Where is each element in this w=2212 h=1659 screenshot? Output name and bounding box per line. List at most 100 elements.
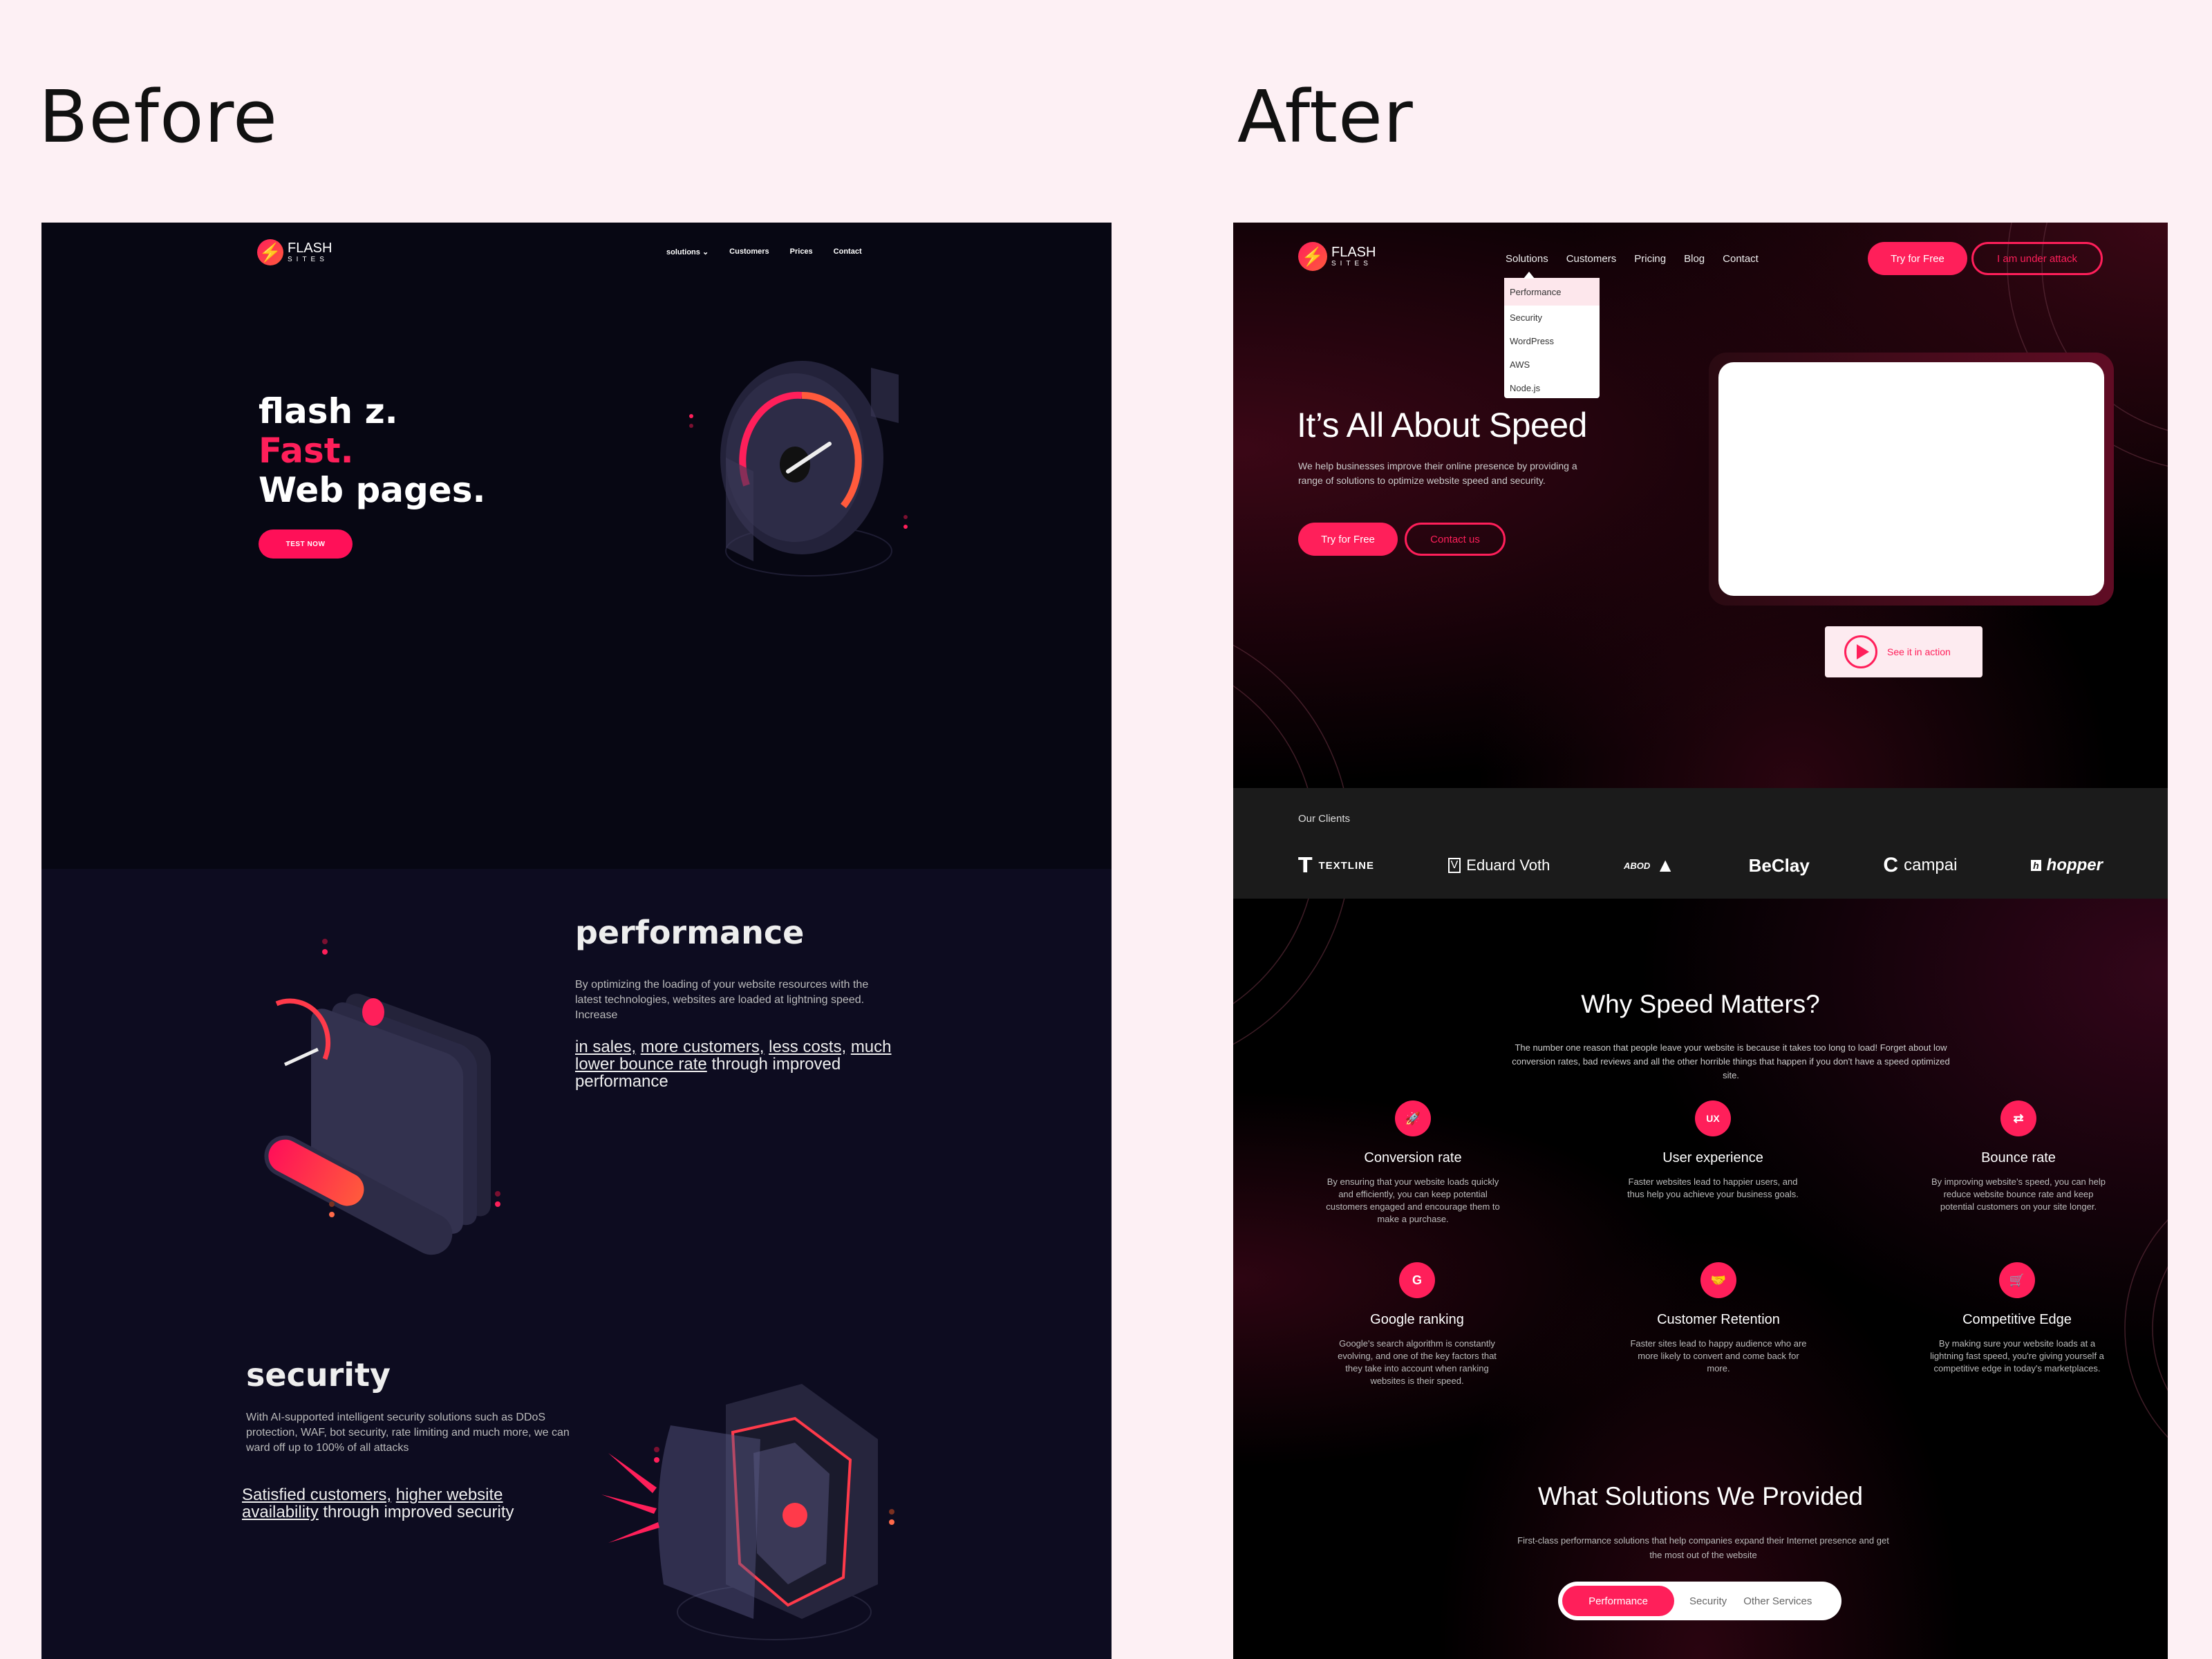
hero-line3: Web pages.	[259, 470, 486, 510]
clients-label: Our Clients	[1298, 813, 1351, 825]
before-hero-title: flash z. Fast. Web pages.	[259, 392, 485, 510]
performance-body: By optimizing the loading of your websit…	[575, 979, 869, 1021]
hero-title: It’s All About Speed	[1297, 406, 1587, 444]
hero-line1: flash z.	[259, 391, 398, 431]
feature-text: Google's search algorithm is constantly …	[1338, 1338, 1497, 1386]
see-in-action-button[interactable]: See it in action	[1825, 626, 1983, 677]
ux-icon: UX	[1695, 1100, 1731, 1136]
nav-customers[interactable]: Customers	[729, 247, 769, 256]
after-screenshot: ⚡ FLASH SITES Solutions Customers Pricing…	[1233, 223, 2168, 1659]
security-links: Satisfied customers, higher website avai…	[242, 1486, 574, 1521]
tab-performance[interactable]: Performance	[1562, 1586, 1674, 1616]
logo-line1: FLASH	[1331, 245, 1376, 260]
feature-text: By improving website’s speed, you can he…	[1931, 1177, 2106, 1212]
speedometer-illustration	[689, 361, 908, 577]
client-name: hopper	[2046, 856, 2103, 874]
hero-media-placeholder	[1718, 362, 2104, 596]
tab-security[interactable]: Security	[1681, 1586, 1735, 1616]
client-name: campai	[1904, 856, 1958, 874]
header-try-free-button[interactable]: Try for Free	[1868, 242, 1967, 275]
client-name: ABOD	[1624, 860, 1651, 871]
tab-other-services[interactable]: Other Services	[1735, 1586, 1820, 1616]
client-logo-textline: 𝗧 TEXTLINE	[1298, 854, 1374, 877]
before-logo[interactable]: ⚡ FLASH SITES	[257, 239, 332, 265]
feature-title: Customer Retention	[1657, 1312, 1780, 1327]
logo-line2: SITES	[1331, 260, 1372, 268]
client-name: TEXTLINE	[1318, 859, 1374, 872]
feature-google-ranking: G Google ranking Google's search algorit…	[1313, 1262, 1521, 1387]
feature-title: Google ranking	[1370, 1312, 1464, 1327]
security-shield-illustration	[601, 1384, 894, 1640]
after-label: After	[1237, 75, 1414, 159]
clients-section: Our Clients 𝗧 TEXTLINE V Eduard Voth ABOD ▲…	[1233, 788, 2168, 899]
feature-competitive-edge: 🛒 Competitive Edge By making sure your w…	[1913, 1262, 2121, 1375]
before-label: Before	[39, 75, 279, 159]
solutions-dropdown: Performance Security WordPress AWS Node.…	[1504, 272, 1600, 400]
performance-links: in sales, more customers, less costs, mu…	[575, 1038, 893, 1090]
why-speed-title: Why Speed Matters?	[1581, 990, 1820, 1018]
client-name: Eduard Voth	[1466, 856, 1550, 874]
dropdown-item-performance[interactable]: Performance	[1504, 278, 1600, 306]
feature-title: Bounce rate	[1981, 1150, 2056, 1165]
hero-line2: Fast.	[259, 431, 354, 471]
before-screenshot: ⚡ FLASH SITES solutions ⌄ Customers Price…	[41, 223, 1112, 1659]
lightning-bolt-icon: ⚡	[257, 239, 283, 265]
hero-try-free-button[interactable]: Try for Free	[1298, 523, 1398, 556]
client-logo-beclay: BeClay	[1749, 855, 1810, 877]
hero-description: We help businesses improve their online …	[1298, 460, 1577, 486]
security-tail: through improved security	[323, 1503, 514, 1521]
dropdown-item-aws[interactable]: AWS	[1504, 353, 1600, 376]
before-nav: solutions ⌄ Customers Prices Contact	[666, 247, 862, 256]
nav-pricing[interactable]: Pricing	[1634, 253, 1666, 265]
security-body: With AI-supported intelligent security s…	[246, 1412, 570, 1454]
performance-illustration	[264, 939, 500, 1255]
solutions-title: What Solutions We Provided	[1537, 1482, 1864, 1510]
security-title: security	[246, 1356, 391, 1394]
after-logo[interactable]: ⚡ FLASH SITES	[1298, 242, 1376, 271]
dropdown-item-nodejs[interactable]: Node.js	[1504, 376, 1600, 400]
link-more-customers[interactable]: more customers,	[641, 1038, 765, 1056]
nav-customers[interactable]: Customers	[1566, 253, 1617, 265]
why-speed-description: The number one reason that people leave …	[1512, 1042, 1950, 1080]
client-logo-abod: ABOD ▲	[1624, 854, 1676, 876]
play-icon	[1844, 635, 1877, 668]
see-in-action-label: See it in action	[1887, 646, 1951, 657]
rocket-icon: 🚀	[1395, 1100, 1431, 1136]
nav-solutions[interactable]: Solutions	[1506, 253, 1548, 265]
link-satisfied-customers[interactable]: Satisfied customers,	[242, 1485, 391, 1504]
feature-conversion-rate: 🚀 Conversion rate By ensuring that your …	[1309, 1100, 1517, 1226]
client-logo-eduard-voth: V Eduard Voth	[1447, 856, 1550, 874]
cart-icon: 🛒	[1999, 1262, 2035, 1298]
feature-text: Faster sites lead to happy audience who …	[1630, 1338, 1807, 1374]
nav-contact[interactable]: Contact	[1723, 253, 1759, 265]
link-in-sales[interactable]: in sales,	[575, 1038, 636, 1056]
logo-line2: SITES	[288, 256, 328, 263]
nav-contact[interactable]: Contact	[834, 247, 862, 256]
nav-blog[interactable]: Blog	[1684, 253, 1705, 265]
client-name: BeClay	[1748, 854, 1810, 876]
client-logo-hopper: h hopper	[2031, 856, 2103, 875]
nav-prices[interactable]: Prices	[790, 247, 813, 256]
test-now-button[interactable]: TEST NOW	[259, 529, 353, 559]
performance-title: performance	[575, 914, 805, 951]
feature-title: Conversion rate	[1364, 1150, 1462, 1165]
solutions-tabs: Performance Security Other Services	[1558, 1582, 1841, 1620]
after-nav: Solutions Customers Pricing Blog Contact	[1506, 253, 1759, 265]
feature-title: User experience	[1662, 1150, 1763, 1165]
feature-title: Competitive Edge	[1962, 1312, 2072, 1327]
nav-solutions[interactable]: solutions ⌄	[666, 247, 709, 256]
feature-text: Faster websites lead to happier users, a…	[1627, 1177, 1799, 1199]
contact-us-button[interactable]: Contact us	[1405, 523, 1506, 556]
feature-customer-retention: 🤝 Customer Retention Faster sites lead t…	[1615, 1262, 1822, 1375]
bounce-arrows-icon: ⇄	[2000, 1100, 2036, 1136]
feature-text: By making sure your website loads at a l…	[1930, 1338, 2104, 1374]
hero-media-frame	[1709, 353, 2114, 606]
under-attack-button[interactable]: I am under attack	[1971, 242, 2103, 275]
lightning-bolt-icon: ⚡	[1298, 242, 1327, 271]
logo-line1: FLASH	[288, 241, 332, 256]
solutions-description: First-class performance solutions that h…	[1517, 1535, 1889, 1560]
dropdown-item-wordpress[interactable]: WordPress	[1504, 329, 1600, 353]
link-less-costs[interactable]: less costs,	[769, 1038, 846, 1056]
dropdown-item-security[interactable]: Security	[1504, 306, 1600, 329]
feature-user-experience: UX User experience Faster websites lead …	[1609, 1100, 1817, 1201]
